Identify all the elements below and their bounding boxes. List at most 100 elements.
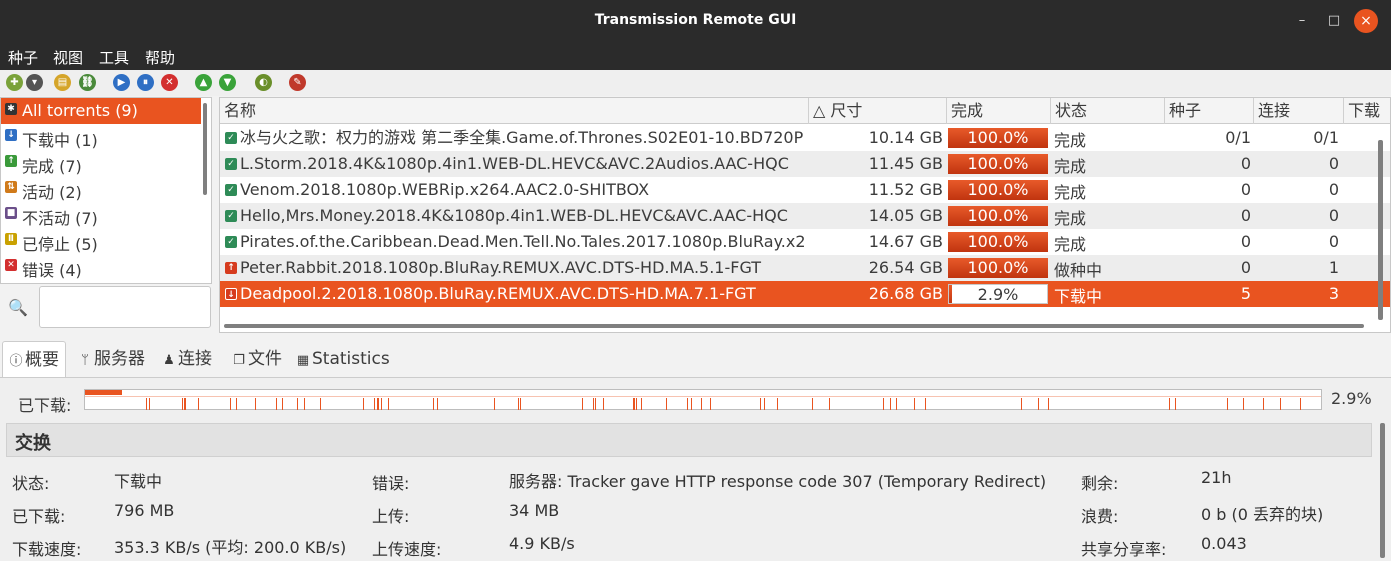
field-label: 错误: — [372, 474, 410, 493]
column-status[interactable]: 状态 — [1051, 98, 1165, 124]
filter-item[interactable]: ✱ All torrents (9) — [1, 98, 201, 124]
piece-mark — [236, 398, 237, 410]
add-link-icon[interactable]: ⛓ — [79, 74, 96, 91]
piece-mark — [777, 398, 778, 410]
piece-mark — [1048, 398, 1049, 410]
table-row[interactable]: ✓ Pirates.of.the.Caribbean.Dead.Men.Tell.… — [220, 229, 1390, 255]
tab-peers[interactable]: ♟ 连接 — [156, 341, 218, 377]
done-percent: 2.9% — [977, 285, 1019, 304]
tab-overview[interactable]: ⓘ 概要 — [2, 341, 66, 377]
tab-files[interactable]: ❐ 文件 — [226, 341, 288, 377]
done-percent: 100.0% — [967, 206, 1029, 225]
turtle-icon[interactable]: ◐ — [255, 74, 272, 91]
field-value: 21h — [1201, 468, 1232, 487]
tab-statistics[interactable]: ▦ Statistics — [290, 341, 396, 377]
table-horizontal-scrollbar[interactable] — [222, 324, 1372, 329]
maximize-button[interactable]: □ — [1322, 9, 1346, 33]
settings-icon[interactable]: ✎ — [289, 74, 306, 91]
done-percent: 100.0% — [967, 128, 1029, 147]
column-name[interactable]: 名称 — [220, 98, 809, 124]
field-value: 34 MB — [509, 501, 560, 520]
torrent-name: Pirates.of.the.Caribbean.Dead.Men.Tell.N… — [240, 232, 806, 251]
table-row[interactable]: ✓ L.Storm.2018.4K&1080p.4in1.WEB-DL.HEVC&… — [220, 151, 1390, 177]
filter-item[interactable]: ↑ 完成 (7) — [1, 150, 201, 176]
torrent-size: 11.52 GB — [868, 180, 943, 199]
column-seeds[interactable]: 种子 — [1165, 98, 1254, 124]
piece-mark — [1038, 398, 1039, 410]
menu-view[interactable]: 视图 — [53, 47, 83, 68]
menu-tools[interactable]: 工具 — [99, 47, 129, 68]
table-row[interactable]: ↑ Peter.Rabbit.2018.1080p.BluRay.REMUX.AV… — [220, 255, 1390, 281]
filter-icon: ■ — [5, 207, 17, 219]
move-up-icon[interactable]: ▲ — [195, 74, 212, 91]
table-header: 名称 △ 尺寸 完成 状态 种子 连接 下载 — [220, 98, 1390, 124]
torrent-peers: 0/1 — [1313, 128, 1339, 147]
piece-mark — [320, 398, 321, 410]
column-done[interactable]: 完成 — [947, 98, 1051, 124]
menu-torrent[interactable]: 种子 — [8, 47, 38, 68]
table-row[interactable]: ✓ 冰与火之歌：权力的游戏 第二季全集.Game.of.Thrones.S02E0… — [220, 125, 1390, 151]
torrent-seeds: 0 — [1240, 154, 1251, 173]
title-bar: Transmission Remote GUI – □ × — [0, 0, 1391, 42]
field-value: 796 MB — [114, 501, 175, 520]
close-button[interactable]: × — [1354, 9, 1378, 33]
detail-tabs: ⓘ 概要 ᛘ 服务器 ♟ 连接 ❐ 文件 ▦ Statistics — [0, 341, 1391, 377]
minimize-button[interactable]: – — [1290, 9, 1314, 33]
start-icon[interactable]: ▶ — [113, 74, 130, 91]
tab-label: Statistics — [312, 349, 390, 369]
field-label: 下载速度: — [12, 540, 82, 559]
complete-icon: ✓ — [225, 236, 237, 248]
column-size[interactable]: △ 尺寸 — [809, 98, 947, 124]
filter-item[interactable]: Ⅱ 已停止 (5) — [1, 228, 201, 254]
piece-mark — [149, 398, 150, 410]
piece-mark — [1169, 398, 1170, 410]
piece-mark — [691, 398, 692, 410]
piece-mark — [185, 398, 186, 410]
field-value: 353.3 KB/s (平均: 200.0 KB/s) — [114, 538, 347, 557]
move-down-icon[interactable]: ▼ — [219, 74, 236, 91]
menu-bar: 种子 视图 工具 帮助 — [0, 42, 1391, 70]
piece-mark — [1175, 398, 1176, 410]
column-download[interactable]: 下载 — [1344, 98, 1390, 124]
piece-mark — [603, 398, 604, 410]
field-value: 0 b (0 丢弃的块) — [1201, 505, 1324, 524]
filter-scrollbar[interactable] — [202, 100, 208, 280]
search-input[interactable] — [39, 286, 211, 328]
filter-item[interactable]: ↓ 下载中 (1) — [1, 124, 201, 150]
filter-item[interactable]: ■ 不活动 (7) — [1, 202, 201, 228]
filter-item[interactable]: ✕ 错误 (4) — [1, 254, 201, 280]
filter-label: 不活动 (7) — [22, 209, 98, 228]
dropdown-arrow-icon[interactable]: ▾ — [26, 74, 43, 91]
field-value: 4.9 KB/s — [509, 534, 575, 553]
filter-item[interactable]: ⇅ 活动 (2) — [1, 176, 201, 202]
add-torrent-icon[interactable]: ✚ — [6, 74, 23, 91]
tab-trackers[interactable]: ᛘ 服务器 — [72, 341, 151, 377]
details-scrollbar[interactable] — [1380, 423, 1385, 558]
piece-mark — [146, 398, 147, 410]
table-row[interactable]: ✓ Hello,Mrs.Money.2018.4K&1080p.4in1.WEB-… — [220, 203, 1390, 229]
torrent-peers: 0 — [1328, 206, 1339, 225]
filter-label: 下载中 (1) — [22, 131, 98, 150]
pause-icon[interactable]: ⏸ — [137, 74, 154, 91]
piece-mark — [198, 398, 199, 410]
table-vertical-scrollbar[interactable] — [1378, 140, 1383, 320]
torrent-seeds: 0 — [1240, 258, 1251, 277]
piece-mark — [701, 398, 702, 410]
field-label: 浪费: — [1081, 507, 1119, 526]
menu-help[interactable]: 帮助 — [145, 47, 175, 68]
stop-icon[interactable]: ✕ — [161, 74, 178, 91]
torrent-name: L.Storm.2018.4K&1080p.4in1.WEB-DL.HEVC&A… — [240, 154, 789, 173]
downloaded-label: 已下载: — [18, 396, 72, 415]
person-icon: ♟ — [163, 353, 175, 368]
stats-icon: ▦ — [296, 353, 310, 368]
table-row[interactable]: ✓ Venom.2018.1080p.WEBRip.x264.AAC2.0-SHI… — [220, 177, 1390, 203]
piece-mark — [182, 398, 183, 410]
piece-mark — [363, 398, 364, 410]
open-folder-icon[interactable]: ▤ — [54, 74, 71, 91]
column-peers[interactable]: 连接 — [1254, 98, 1344, 124]
piece-mark — [812, 398, 813, 410]
section-title: 交换 — [15, 433, 51, 454]
piece-mark — [634, 398, 635, 410]
piece-mark — [388, 398, 389, 410]
table-row[interactable]: ↓ Deadpool.2.2018.1080p.BluRay.REMUX.AVC.… — [220, 281, 1390, 307]
